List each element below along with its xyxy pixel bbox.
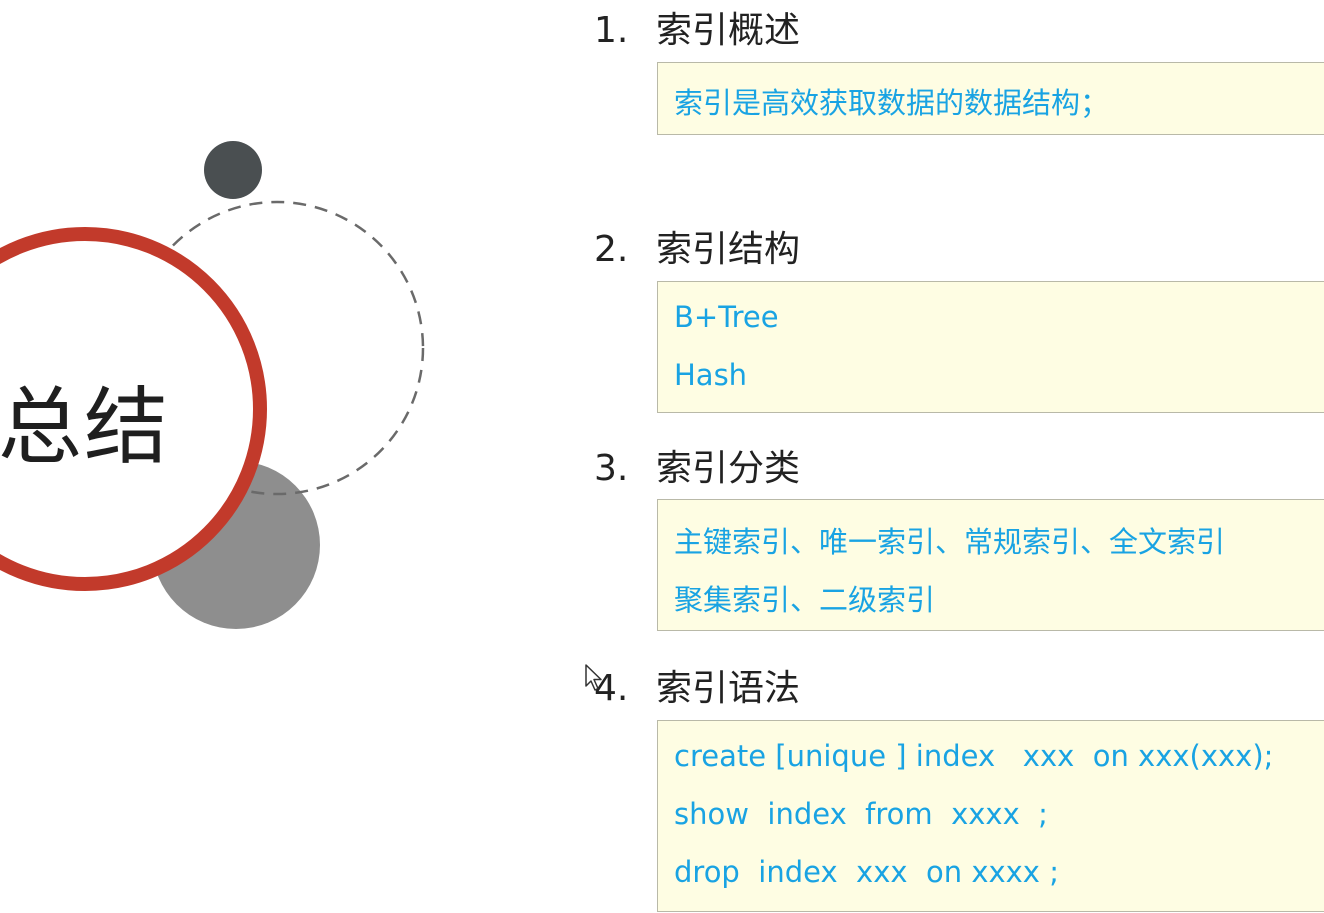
box-line: create [unique ] index xxx on xxx(xxx);: [674, 739, 1274, 773]
section-3-heading: 3. 索引分类: [594, 439, 800, 491]
section-2-box: B+Tree Hash: [657, 281, 1324, 413]
box-line: 主键索引、唯一索引、常规索引、全文索引: [674, 525, 1226, 559]
section-number: 1.: [594, 10, 629, 51]
mouse-pointer-icon: [585, 664, 602, 691]
section-title: 索引结构: [656, 229, 801, 270]
slide-title: 总结: [0, 378, 171, 476]
section-number: 3.: [594, 448, 629, 489]
section-1-heading: 1. 索引概述: [594, 1, 800, 53]
dark-dot: [204, 141, 262, 199]
section-4-box: create [unique ] index xxx on xxx(xxx); …: [657, 720, 1324, 912]
section-1-box: 索引是高效获取数据的数据结构；: [657, 62, 1324, 135]
section-3-box: 主键索引、唯一索引、常规索引、全文索引 聚集索引、二级索引: [657, 499, 1324, 631]
section-number: 2.: [594, 229, 629, 270]
section-title: 索引概述: [656, 10, 801, 51]
box-line: Hash: [674, 358, 748, 392]
box-line: drop index xxx on xxxx ;: [674, 855, 1059, 889]
section-4-heading: 4. 索引语法: [594, 659, 800, 711]
box-line: show index from xxxx ;: [674, 797, 1048, 831]
section-title: 索引语法: [656, 668, 801, 709]
box-line: 索引是高效获取数据的数据结构；: [674, 86, 1110, 120]
box-line: B+Tree: [674, 300, 779, 334]
section-title: 索引分类: [656, 448, 801, 489]
section-2-heading: 2. 索引结构: [594, 220, 800, 272]
box-line: 聚集索引、二级索引: [674, 583, 936, 617]
